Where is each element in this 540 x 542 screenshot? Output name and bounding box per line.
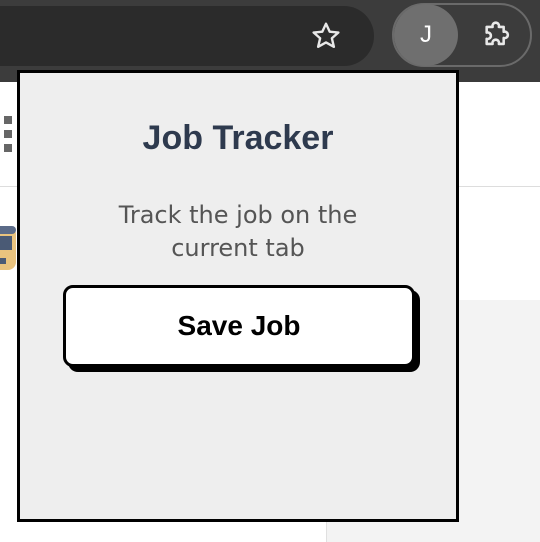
extensions-menu-button[interactable] <box>476 14 520 54</box>
profile-initial: J <box>420 21 432 48</box>
page-menu-icon[interactable] <box>4 116 16 156</box>
save-job-button[interactable]: Save Job <box>63 285 415 367</box>
popup-description: Track the job on the current tab <box>118 201 358 262</box>
popup-title: Job Tracker <box>142 119 334 157</box>
extension-popup: Job Tracker Track the job on the current… <box>17 70 459 522</box>
train-icon <box>0 226 18 272</box>
puzzle-piece-icon <box>485 21 510 46</box>
star-outline-icon <box>312 22 340 48</box>
bookmark-button[interactable] <box>306 16 346 56</box>
profile-avatar-button[interactable]: J <box>394 4 458 66</box>
